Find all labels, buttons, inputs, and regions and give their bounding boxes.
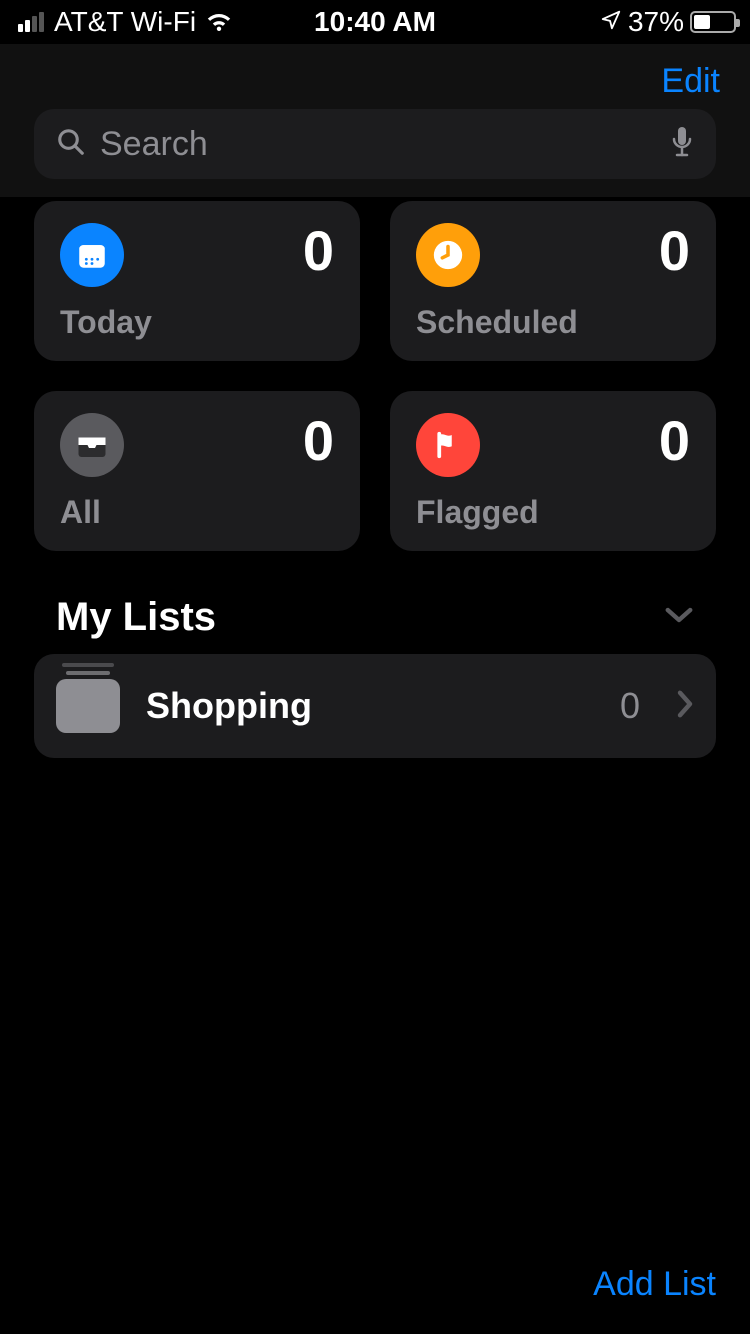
inbox-icon — [60, 413, 124, 477]
battery-percent: 37% — [628, 6, 684, 38]
wifi-icon — [204, 11, 234, 33]
list-stack-icon — [56, 679, 120, 733]
card-flagged-count: 0 — [659, 413, 690, 469]
header: Edit — [0, 44, 750, 197]
search-input[interactable] — [100, 125, 656, 164]
card-today-count: 0 — [303, 223, 334, 279]
my-lists-header[interactable]: My Lists — [34, 595, 716, 640]
status-left: AT&T Wi-Fi — [18, 6, 234, 38]
calendar-today-icon — [60, 223, 124, 287]
card-all-label: All — [60, 494, 334, 531]
card-scheduled-count: 0 — [659, 223, 690, 279]
chevron-down-icon — [664, 605, 694, 630]
search-icon — [56, 127, 86, 162]
search-row — [0, 109, 750, 179]
battery-icon — [690, 11, 736, 33]
clock-icon — [416, 223, 480, 287]
card-scheduled-label: Scheduled — [416, 304, 690, 341]
card-flagged[interactable]: 0 Flagged — [390, 391, 716, 551]
list-item-shopping[interactable]: Shopping 0 — [34, 654, 716, 758]
list-count: 0 — [620, 685, 640, 727]
card-all[interactable]: 0 All — [34, 391, 360, 551]
main-content: 0 Today 0 Scheduled 0 All — [0, 201, 750, 758]
flag-icon — [416, 413, 480, 477]
chevron-right-icon — [676, 689, 694, 724]
search-bar[interactable] — [34, 109, 716, 179]
section-title: My Lists — [56, 595, 216, 640]
add-list-button[interactable]: Add List — [593, 1265, 716, 1304]
card-today[interactable]: 0 Today — [34, 201, 360, 361]
bottom-toolbar: Add List — [0, 1241, 750, 1334]
carrier-label: AT&T Wi-Fi — [54, 6, 196, 38]
card-today-label: Today — [60, 304, 334, 341]
clock: 10:40 AM — [314, 6, 436, 38]
dictation-icon[interactable] — [670, 125, 694, 164]
nav-row: Edit — [0, 44, 750, 109]
card-flagged-label: Flagged — [416, 494, 690, 531]
card-scheduled[interactable]: 0 Scheduled — [390, 201, 716, 361]
edit-button[interactable]: Edit — [661, 62, 720, 101]
list-name: Shopping — [146, 685, 594, 727]
battery-fill — [694, 15, 710, 29]
cellular-signal-icon — [18, 12, 44, 32]
location-icon — [600, 6, 622, 38]
status-bar: AT&T Wi-Fi 10:40 AM 37% — [0, 0, 750, 44]
status-right: 37% — [600, 6, 736, 38]
card-all-count: 0 — [303, 413, 334, 469]
smart-list-grid: 0 Today 0 Scheduled 0 All — [34, 201, 716, 551]
